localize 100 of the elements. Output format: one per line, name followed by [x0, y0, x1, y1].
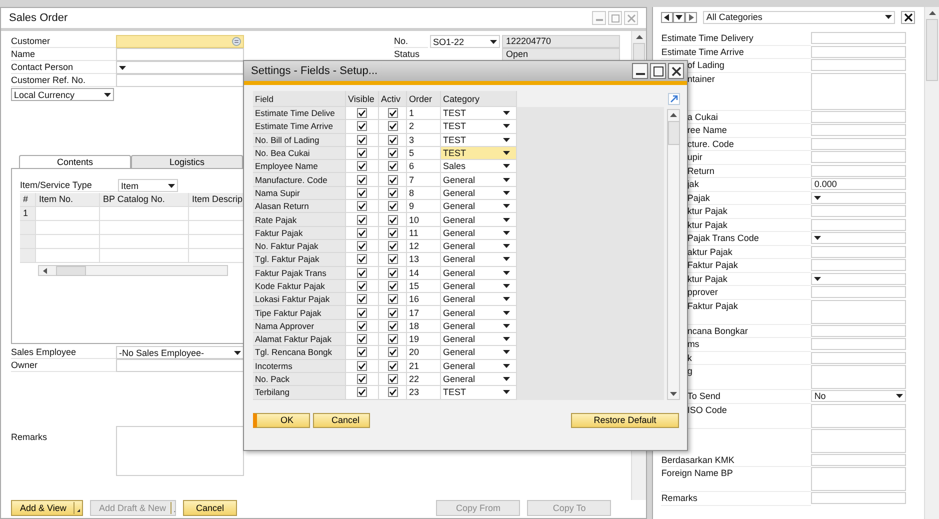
checkbox[interactable] — [357, 148, 367, 158]
tab[interactable]: Logistics — [131, 155, 243, 168]
checkbox[interactable] — [388, 121, 398, 132]
close-button[interactable] — [668, 63, 684, 79]
checkbox[interactable] — [388, 281, 398, 291]
checkbox[interactable] — [388, 254, 398, 264]
item-type-dropdown[interactable]: Item — [118, 179, 178, 192]
checkbox[interactable] — [388, 148, 398, 158]
remarks-field[interactable] — [116, 426, 244, 476]
checkbox[interactable] — [357, 308, 367, 318]
input-field[interactable] — [116, 74, 244, 87]
category-dropdown[interactable]: General — [441, 280, 517, 294]
input-field[interactable] — [811, 46, 906, 58]
input-field[interactable] — [811, 59, 906, 71]
action-button[interactable]: Cancel — [183, 500, 237, 516]
checkbox[interactable] — [357, 268, 367, 278]
category-dropdown[interactable]: General — [441, 360, 517, 373]
table-cell[interactable] — [36, 249, 100, 263]
dropdown-field[interactable]: No — [811, 390, 906, 402]
checkbox[interactable] — [357, 108, 367, 118]
checkbox[interactable] — [388, 134, 398, 145]
checkbox[interactable] — [357, 281, 367, 291]
dialog-button[interactable]: OK — [253, 412, 310, 428]
category-dropdown[interactable]: General — [441, 333, 517, 346]
checkbox[interactable] — [388, 347, 398, 358]
checkbox[interactable] — [388, 268, 398, 278]
input-field[interactable] — [811, 286, 906, 298]
checkbox[interactable] — [357, 201, 367, 212]
checkbox[interactable] — [357, 241, 367, 252]
checkbox[interactable] — [357, 174, 367, 185]
checkbox[interactable] — [357, 347, 367, 358]
checkbox[interactable] — [388, 320, 398, 331]
category-dropdown[interactable]: General — [441, 226, 517, 240]
input-field[interactable] — [811, 246, 906, 258]
customer-field[interactable] — [116, 35, 244, 48]
checkbox[interactable] — [388, 214, 398, 225]
checkbox[interactable] — [388, 294, 398, 304]
checkbox[interactable] — [388, 241, 398, 252]
input-field[interactable] — [811, 32, 906, 44]
category-dropdown[interactable]: General — [441, 372, 517, 386]
checkbox[interactable] — [357, 214, 367, 225]
checkbox[interactable] — [388, 228, 398, 238]
table-cell[interactable] — [36, 221, 100, 235]
checkbox[interactable] — [388, 108, 398, 118]
dropdown-field[interactable] — [116, 61, 244, 74]
scroll-thumb[interactable] — [668, 121, 680, 145]
input-field[interactable] — [811, 324, 906, 336]
table-cell[interactable] — [100, 221, 189, 235]
input-field[interactable] — [811, 454, 906, 466]
vertical-scrollbar[interactable] — [924, 7, 939, 519]
dropdown-field[interactable] — [811, 272, 906, 284]
category-dropdown[interactable]: General — [441, 266, 517, 280]
checkbox[interactable] — [357, 334, 367, 344]
navigation-arrows-icon[interactable] — [661, 12, 698, 22]
table-cell[interactable] — [100, 235, 189, 249]
checkbox[interactable] — [388, 201, 398, 212]
action-button[interactable]: Add & View — [11, 500, 83, 516]
checkbox[interactable] — [357, 254, 367, 264]
checkbox[interactable] — [357, 294, 367, 304]
checkbox[interactable] — [357, 228, 367, 238]
dialog-button[interactable]: Cancel — [313, 412, 370, 428]
checkbox[interactable] — [388, 308, 398, 318]
checkbox[interactable] — [357, 134, 367, 145]
checkbox[interactable] — [388, 188, 398, 198]
input-field[interactable]: 0.000 — [811, 178, 906, 190]
checkbox[interactable] — [388, 334, 398, 344]
category-dropdown[interactable]: TEST — [441, 107, 517, 120]
checkbox[interactable] — [388, 387, 398, 398]
tab[interactable]: Contents — [19, 155, 131, 168]
input-field[interactable] — [811, 259, 906, 271]
checkbox[interactable] — [357, 161, 367, 172]
category-dropdown[interactable]: Sales — [441, 160, 517, 174]
currency-dropdown[interactable]: Local Currency — [11, 88, 114, 101]
checkbox[interactable] — [357, 387, 367, 398]
checkbox[interactable] — [357, 374, 367, 384]
checkbox[interactable] — [357, 320, 367, 331]
dropdown-field[interactable] — [811, 232, 906, 244]
category-dropdown[interactable]: TEST — [441, 120, 517, 134]
close-button[interactable] — [901, 10, 916, 24]
minimize-button[interactable] — [632, 63, 648, 79]
table-cell[interactable] — [36, 235, 100, 249]
category-dropdown[interactable]: All Categories — [703, 10, 896, 24]
input-field[interactable] — [811, 164, 906, 176]
table-cell[interactable] — [100, 207, 189, 221]
category-dropdown[interactable]: General — [441, 213, 517, 227]
checkbox[interactable] — [388, 174, 398, 185]
scroll-thumb[interactable] — [926, 19, 938, 81]
category-dropdown[interactable]: General — [441, 320, 517, 334]
sales-employee-dropdown[interactable]: -No Sales Employee- — [116, 346, 244, 359]
input-field[interactable] — [811, 218, 906, 230]
input-field[interactable] — [811, 338, 906, 350]
owner-field[interactable] — [116, 359, 244, 372]
table-cell[interactable] — [36, 207, 100, 221]
input-field[interactable] — [811, 110, 906, 122]
category-dropdown[interactable]: General — [441, 293, 517, 306]
input-field[interactable] — [811, 492, 906, 504]
category-dropdown[interactable]: General — [441, 306, 517, 320]
input-field[interactable] — [811, 124, 906, 136]
category-dropdown[interactable]: General — [441, 200, 517, 214]
category-dropdown[interactable]: General — [441, 240, 517, 254]
